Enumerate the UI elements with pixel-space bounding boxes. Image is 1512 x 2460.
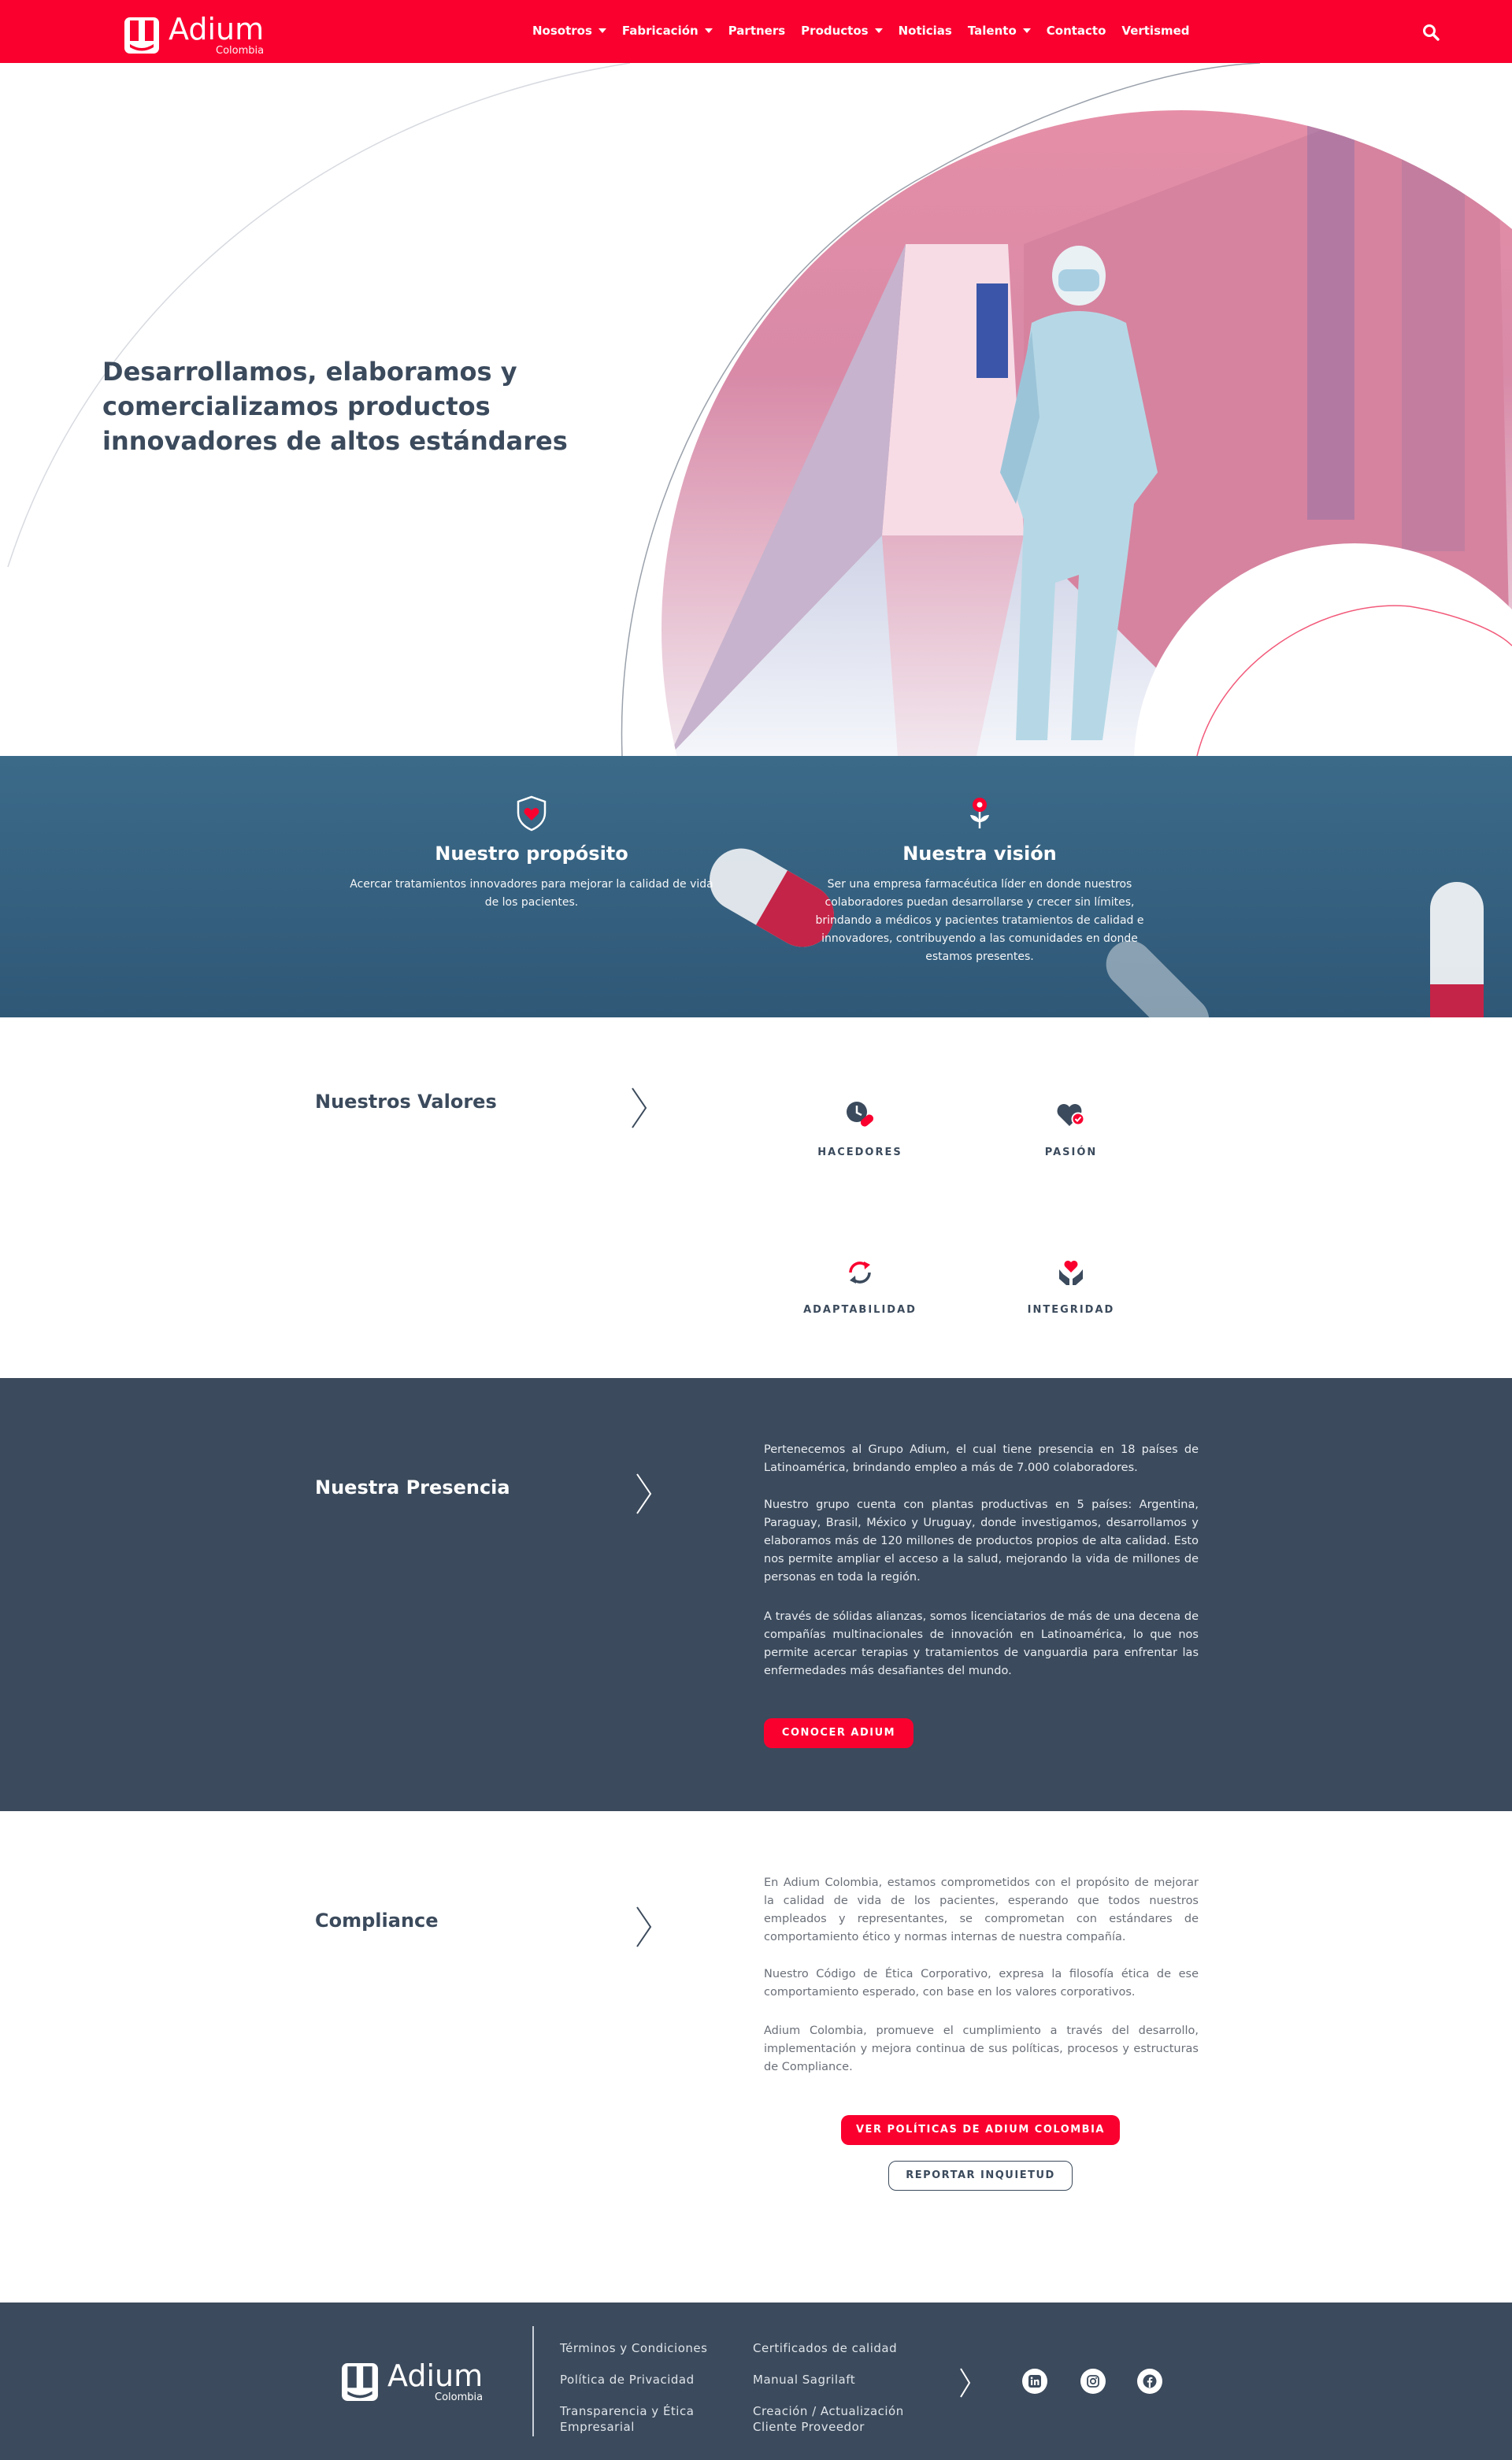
chevron-right-icon[interactable] xyxy=(635,1906,654,1948)
chevron-down-icon xyxy=(704,28,713,33)
chevron-right-icon[interactable] xyxy=(635,1473,654,1515)
footer-logo[interactable]: Adium Colombia xyxy=(342,2361,483,2403)
instagram-icon[interactable] xyxy=(1080,2369,1106,2394)
main-nav: Nosotros Fabricación Partners Productos … xyxy=(532,24,1206,38)
compliance-paragraph-3: Adium Colombia, promueve el cumplimiento… xyxy=(764,2025,1199,2073)
vision-block: Nuestra visión Ser una empresa farmacéut… xyxy=(802,795,1158,966)
nav-label: Noticias xyxy=(898,24,952,38)
nav-label: Vertismed xyxy=(1121,24,1190,38)
value-hacedores: HACEDORES xyxy=(781,1099,939,1158)
value-label: PASIÓN xyxy=(1044,1147,1098,1158)
nav-contacto[interactable]: Contacto xyxy=(1047,24,1106,38)
nav-label: Productos xyxy=(801,24,869,38)
footer-brand-country: Colombia xyxy=(435,2391,484,2403)
adium-logo-icon xyxy=(342,2362,378,2401)
nav-nosotros[interactable]: Nosotros xyxy=(532,24,606,38)
purpose-text: Acercar tratamientos innovadores para me… xyxy=(350,878,713,909)
nav-vertismed[interactable]: Vertismed xyxy=(1121,24,1189,38)
presence-section: Nuestra Presencia Pertenecemos al Grupo … xyxy=(0,1378,1512,1811)
chevron-right-icon[interactable] xyxy=(630,1087,649,1129)
conocer-adium-button[interactable]: CONOCER ADIUM xyxy=(764,1718,914,1748)
presence-paragraph-2: Nuestro grupo cuenta con plantas product… xyxy=(764,1499,1199,1584)
refresh-icon xyxy=(849,1261,871,1284)
footer-link-terminos[interactable]: Términos y Condiciones xyxy=(560,2340,707,2356)
footer-divider xyxy=(532,2326,534,2436)
nav-talento[interactable]: Talento xyxy=(968,24,1031,38)
vision-text: Ser una empresa farmacéutica líder en do… xyxy=(815,878,1144,963)
value-adaptabilidad: ADAPTABILIDAD xyxy=(781,1257,939,1316)
nav-productos[interactable]: Productos xyxy=(801,24,883,38)
nav-label: Nosotros xyxy=(532,24,592,38)
nav-fabricacion[interactable]: Fabricación xyxy=(622,24,713,38)
values-section: Nuestros Valores HACEDORES PASIÓN ADAPTA… xyxy=(0,1017,1512,1378)
presence-title: Nuestra Presencia xyxy=(315,1476,510,1499)
footer-link-transparencia[interactable]: Transparencia y Ética Empresarial xyxy=(560,2403,717,2435)
nav-label: Talento xyxy=(967,24,1017,38)
chevron-down-icon xyxy=(874,28,883,33)
facebook-icon[interactable] xyxy=(1137,2369,1162,2394)
nav-noticias[interactable]: Noticias xyxy=(899,24,952,38)
chevron-down-icon xyxy=(1022,28,1031,33)
value-integridad: INTEGRIDAD xyxy=(992,1257,1150,1316)
value-pasion: PASIÓN xyxy=(992,1099,1150,1158)
clock-pill-icon xyxy=(847,1102,874,1127)
pills-background xyxy=(710,848,1484,1017)
compliance-section: Compliance En Adium Colombia, estamos co… xyxy=(0,1811,1512,2303)
purpose-vision-band: Nuestro propósito Acercar tratamientos i… xyxy=(0,756,1512,1017)
chevron-down-icon xyxy=(598,28,606,33)
values-title: Nuestros Valores xyxy=(315,1091,497,1113)
footer-brand-name: Adium xyxy=(387,2358,484,2393)
brand-country: Colombia xyxy=(216,45,265,57)
flower-icon xyxy=(970,798,989,828)
linkedin-icon[interactable] xyxy=(1022,2369,1047,2394)
value-label: HACEDORES xyxy=(817,1147,902,1158)
brand-name: Adium xyxy=(169,12,265,46)
footer-link-privacidad[interactable]: Política de Privacidad xyxy=(560,2372,695,2388)
site-header: Adium Colombia Nosotros Fabricación Part… xyxy=(0,0,1512,63)
adium-logo[interactable]: Adium Colombia xyxy=(124,14,264,56)
nav-label: Partners xyxy=(728,24,786,38)
hero-title: Desarrollamos, elaboramos y comercializa… xyxy=(102,357,568,456)
chevron-right-icon[interactable] xyxy=(959,2367,972,2399)
nav-partners[interactable]: Partners xyxy=(728,24,785,38)
search-icon[interactable] xyxy=(1422,24,1440,41)
site-footer: Adium Colombia Términos y Condiciones Po… xyxy=(0,2303,1512,2460)
shield-heart-icon xyxy=(517,795,547,832)
footer-link-sagrilaft[interactable]: Manual Sagrilaft xyxy=(753,2372,855,2388)
hero-section: Desarrollamos, elaboramos y comercializa… xyxy=(0,63,1512,756)
adium-logo-icon xyxy=(124,17,159,54)
compliance-paragraph-1: En Adium Colombia, estamos comprometidos… xyxy=(764,1876,1199,1943)
value-label: ADAPTABILIDAD xyxy=(803,1304,917,1316)
compliance-paragraph-2: Nuestro Código de Ética Corporativo, exp… xyxy=(764,1968,1199,1999)
value-label: INTEGRIDAD xyxy=(1027,1304,1115,1316)
footer-link-certificados[interactable]: Certificados de calidad xyxy=(753,2340,897,2356)
purpose-title: Nuestro propósito xyxy=(435,843,628,865)
heart-check-icon xyxy=(1057,1104,1085,1126)
presence-paragraph-3: A través de sólidas alianzas, somos lice… xyxy=(764,1610,1199,1677)
presence-paragraph-1: Pertenecemos al Grupo Adium, el cual tie… xyxy=(764,1443,1199,1474)
footer-link-cliente-proveedor[interactable]: Creación / Actualización Cliente Proveed… xyxy=(753,2403,926,2435)
view-policies-button[interactable]: VER POLÍTICAS DE ADIUM COLOMBIA xyxy=(841,2115,1120,2145)
purpose-block: Nuestro propósito Acercar tratamientos i… xyxy=(346,795,717,912)
nav-label: Contacto xyxy=(1046,24,1106,38)
hands-heart-icon xyxy=(1059,1261,1083,1285)
compliance-title: Compliance xyxy=(315,1910,439,1932)
report-concern-button[interactable]: REPORTAR INQUIETUD xyxy=(888,2161,1073,2191)
vision-title: Nuestra visión xyxy=(902,843,1057,865)
nav-label: Fabricación xyxy=(621,24,699,38)
